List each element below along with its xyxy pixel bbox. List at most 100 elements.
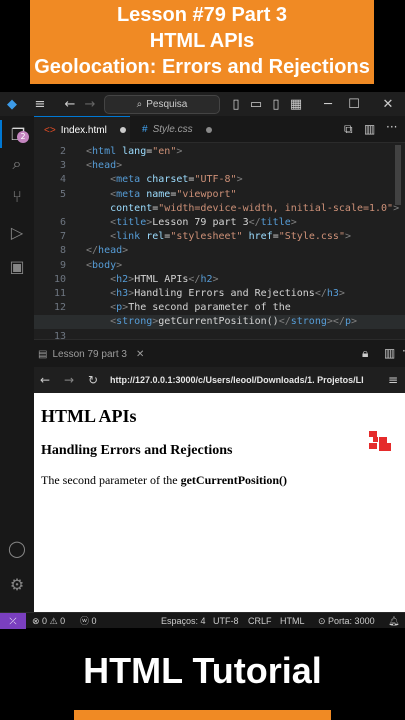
code-line[interactable]: 9 <body> (34, 259, 405, 273)
banner-line-1: Lesson #79 Part 3 (116, 4, 288, 26)
code-line[interactable]: <strong>getCurrentPosition()</strong></p… (34, 315, 405, 330)
lock-icon[interactable]: 🔒︎ (362, 346, 368, 361)
code-line[interactable]: 10 <h2>HTML APIs</h2> (34, 273, 405, 287)
line-number: 5 (59, 188, 66, 200)
tab-label: Index.html (60, 124, 107, 136)
live-server-status[interactable]: ⊙ Porta: 3000 (318, 613, 375, 629)
browser-menu-icon[interactable]: ≡ (388, 373, 398, 387)
tab-label: Style.css (152, 124, 193, 135)
browser-navbar: ← → ↻ http://127.0.0.1:3000/c/Users/leoo… (34, 367, 405, 393)
customize-layout-icon[interactable]: ▦ (286, 92, 306, 116)
line-number: 8 (59, 245, 66, 257)
tab-index-html[interactable]: <> Index.html (34, 116, 130, 143)
reload-icon[interactable]: ↻ (88, 373, 98, 387)
code-text: <strong>getCurrentPosition()</strong></p… (110, 316, 357, 328)
forward-arrow-icon[interactable]: → (80, 92, 100, 116)
page-paragraph: The second parameter of the getCurrentPo… (41, 473, 287, 488)
code-line[interactable]: 5 <meta name="viewport" (34, 188, 405, 202)
extensions-icon[interactable]: ▣ (0, 252, 34, 280)
toggle-secondary-sidebar-icon[interactable]: ▯ (266, 92, 286, 116)
browser-tab-label: Lesson 79 part 3 (52, 348, 127, 360)
line-number: 7 (59, 231, 66, 243)
title-bar: ◆ ≡ ← → ⌕ Pesquisa ▯ ▭ ▯ ▦ ─ ☐ ✕ (0, 92, 405, 116)
line-number: 2 (59, 146, 66, 157)
open-preview-icon[interactable]: ⧉ (344, 122, 353, 137)
code-editor[interactable]: 2 <html lang="en"> 3 <head> 4 <meta charset=… (34, 143, 405, 339)
line-number: 13 (53, 330, 66, 339)
search-view-icon[interactable]: ⌕ (0, 150, 34, 178)
rendered-page: HTML APIs Handling Errors and Rejections… (34, 393, 405, 612)
banner-line-3: Geolocation: Errors and Rejections (34, 56, 370, 78)
maximize-icon[interactable]: ☐ (344, 92, 364, 116)
remote-indicator-icon[interactable]: ⤫ (0, 613, 26, 629)
code-text: <h2>HTML APIs</h2> (110, 273, 219, 285)
source-control-icon[interactable]: ⑂ (0, 182, 34, 210)
close-tab-icon[interactable]: ✕ (136, 349, 144, 360)
code-line[interactable]: content="width=device-width, initial-sca… (34, 202, 405, 216)
search-label: Pesquisa (146, 99, 188, 110)
account-icon[interactable]: ◯ (0, 534, 34, 562)
explorer-badge: 2 (17, 131, 29, 143)
indentation-status[interactable]: Espaços: 4 (161, 613, 206, 629)
line-number: 10 (53, 273, 66, 285)
code-line[interactable]: 3 <head> (34, 159, 405, 173)
code-line[interactable]: 12 <p>The second parameter of the (34, 301, 405, 315)
code-text: <meta charset="UTF-8"> (110, 174, 243, 186)
problems-status[interactable]: ⊗ 0 ⚠ 0 (32, 613, 65, 629)
encoding-status[interactable]: UTF-8 (213, 613, 239, 629)
code-text: content="width=device-width, initial-sca… (110, 202, 400, 214)
minimize-icon[interactable]: ─ (318, 92, 338, 116)
browser-forward-icon[interactable]: → (64, 373, 74, 387)
unsaved-dot-icon (119, 127, 126, 133)
css-file-icon: # (142, 124, 148, 135)
more-actions-icon[interactable]: ··· (386, 120, 397, 134)
tab-style-css[interactable]: # Style.css (132, 116, 220, 143)
search-icon: ⌕ (136, 99, 143, 110)
paragraph-text: The second parameter of the (41, 473, 181, 487)
activity-bar: ❐ 2 ⌕ ⑂ ▷ ▣ ◯ ⚙ (0, 116, 34, 612)
menu-icon[interactable]: ≡ (30, 92, 50, 116)
toggle-panel-icon[interactable]: ▭ (246, 92, 266, 116)
code-line[interactable]: 2 <html lang="en"> (34, 145, 405, 159)
code-text: <title>Lesson 79 part 3</title> (110, 217, 297, 228)
code-text: <body> (86, 259, 123, 271)
status-bar: ⤫ ⊗ 0 ⚠ 0 ⓦ 0 Espaços: 4 UTF-8 CRLF HTML… (0, 612, 405, 629)
code-line[interactable]: 4 <meta charset="UTF-8"> (34, 173, 405, 187)
line-number: 12 (53, 302, 66, 314)
browser-back-icon[interactable]: ← (40, 373, 50, 387)
eol-status[interactable]: CRLF (248, 613, 272, 629)
simple-browser-tabbar: ▤ Lesson 79 part 3 ✕ 🔒︎ ▥ ··· (34, 339, 405, 367)
back-arrow-icon[interactable]: ← (60, 92, 80, 116)
close-icon[interactable]: ✕ (378, 92, 398, 116)
line-number: 9 (59, 259, 66, 271)
code-line[interactable]: 11 <h3>Handling Errors and Rejections</h… (34, 287, 405, 301)
code-text: <p>The second parameter of the (110, 302, 291, 314)
code-text: <link rel="stylesheet" href="Style.css"> (110, 231, 351, 243)
notifications-bell-icon[interactable]: 🔔︎ (388, 613, 399, 629)
tab-simple-browser[interactable]: ▤ Lesson 79 part 3 ✕ (38, 340, 144, 368)
code-line[interactable]: 7 <link rel="stylesheet" href="Style.css… (34, 230, 405, 244)
line-number: 3 (59, 160, 66, 172)
unsaved-dot-icon (205, 126, 212, 133)
code-text: </head> (86, 245, 129, 257)
code-line[interactable]: 6 <title>Lesson 79 part 3</title> (34, 216, 405, 230)
code-line[interactable]: 8 </head> (34, 244, 405, 258)
run-debug-icon[interactable]: ▷ (0, 218, 34, 246)
code-line[interactable]: 13 (34, 330, 405, 339)
split-editor-icon[interactable]: ▥ (364, 122, 375, 136)
vscode-window: ◆ ≡ ← → ⌕ Pesquisa ▯ ▭ ▯ ▦ ─ ☐ ✕ ❐ 2 ⌕ ⑂… (0, 92, 405, 629)
ports-status[interactable]: ⓦ 0 (80, 613, 97, 629)
html-file-icon: <> (44, 124, 56, 136)
vscode-logo-icon: ◆ (7, 96, 17, 112)
address-bar[interactable]: http://127.0.0.1:3000/c/Users/leool/Down… (110, 367, 382, 393)
command-search[interactable]: ⌕ Pesquisa (104, 95, 220, 114)
settings-gear-icon[interactable]: ⚙ (0, 570, 34, 598)
language-status[interactable]: HTML (280, 613, 305, 629)
toggle-sidebar-icon[interactable]: ▯ (226, 92, 246, 116)
code-text: <head> (86, 160, 123, 172)
split-panel-icon[interactable]: ▥ (384, 346, 395, 360)
code-text: <h3>Handling Errors and Rejections</h3> (110, 288, 345, 299)
paragraph-strong: getCurrentPosition() (180, 473, 288, 487)
code-text: <meta name="viewport" (110, 188, 237, 200)
code-text: <html lang="en"> (86, 146, 183, 157)
